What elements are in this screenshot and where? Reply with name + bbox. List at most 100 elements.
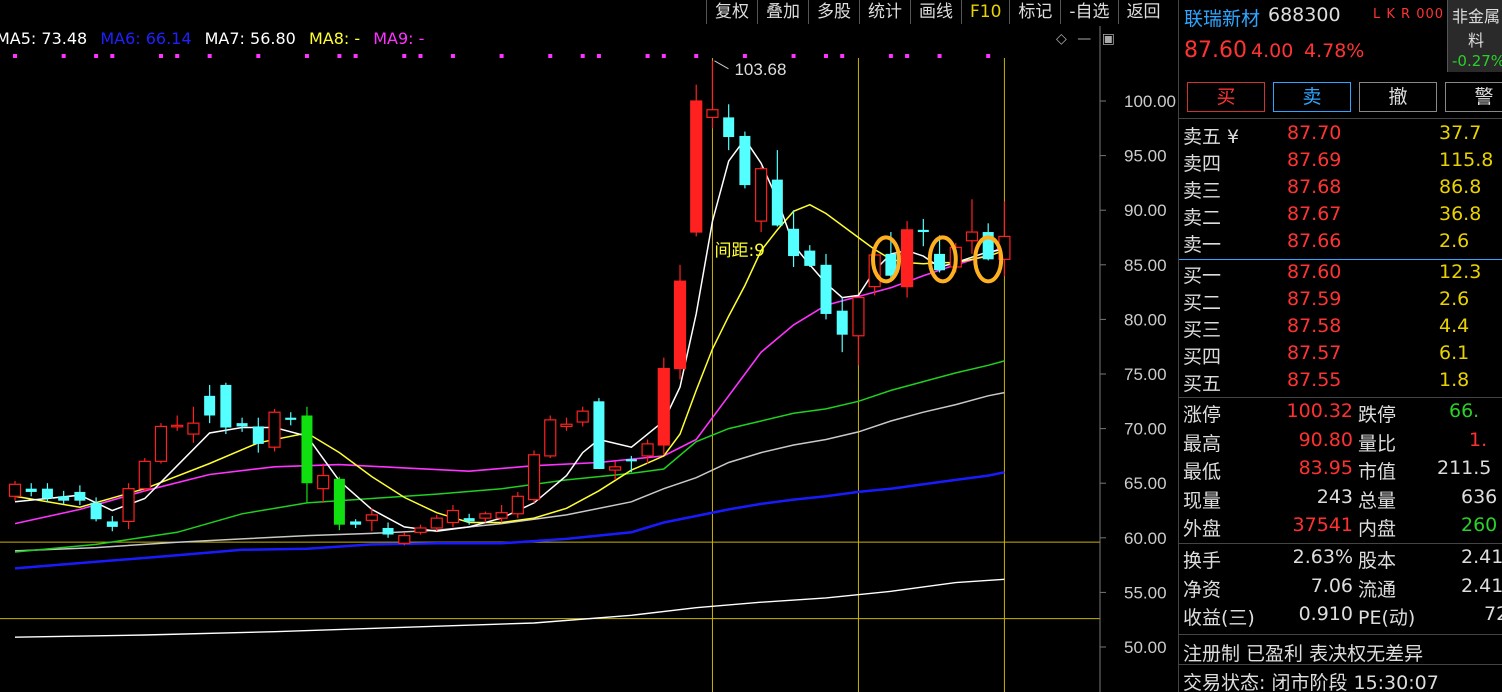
toolbar-mark-button[interactable]: 标记 <box>1009 0 1060 24</box>
candle-body <box>430 517 443 529</box>
stat-row: 外盘 37541 内盘 260 <box>1179 514 1502 542</box>
toolbar-overlay-button[interactable]: 叠加 <box>757 0 808 24</box>
toolbar-f10-button[interactable]: F10 <box>961 0 1009 24</box>
candle-body <box>220 384 232 428</box>
stat-row: 换手 2.63% 股本 2.41 <box>1179 546 1502 574</box>
stat-label: PE(动) <box>1358 607 1416 629</box>
price-axis-label: 65.00 <box>1124 474 1167 493</box>
stat-value: 243 <box>1316 486 1353 508</box>
candle-body <box>58 496 70 501</box>
bid-price: 87.55 <box>1287 369 1342 391</box>
bid-volume: 4.4 <box>1439 315 1470 337</box>
bid-row[interactable]: 买三 87.58 4.4 <box>1179 315 1502 342</box>
stat-label: 收益(三) <box>1183 607 1255 629</box>
ask-row[interactable]: 卖一 87.66 2.6 <box>1179 230 1502 257</box>
peak-price-label: 103.68 <box>734 60 786 79</box>
chart-toolbar: 复权 叠加 多股 统计 画线 F10 标记 -自选 返回 <box>706 0 1169 26</box>
stat-label: 换手 <box>1183 550 1222 572</box>
candle-body <box>900 229 914 288</box>
candle-body <box>187 422 200 435</box>
signal-dot <box>175 54 180 58</box>
stat-value: 83.95 <box>1298 457 1353 479</box>
candle-body <box>852 296 865 337</box>
stat-value: 2.41 <box>1461 546 1502 568</box>
bid-row[interactable]: 买二 87.59 2.6 <box>1179 288 1502 315</box>
ask-row[interactable]: 卖二 87.67 36.8 <box>1179 203 1502 230</box>
diamond-icon[interactable]: ◇ <box>1056 31 1067 47</box>
price-change-pct: 4.78% <box>1304 40 1365 62</box>
signal-dot <box>580 54 585 58</box>
stat-row: 净资 7.06 流通 2.41 <box>1179 575 1502 603</box>
toolbar-fuquan-button[interactable]: 复权 <box>706 0 757 24</box>
bid-volume: 12.3 <box>1439 261 1482 283</box>
price-axis-label: 70.00 <box>1124 420 1167 439</box>
divider <box>1179 634 1502 635</box>
candle-body <box>820 264 832 314</box>
signal-dot <box>158 54 163 58</box>
bid-volume: 6.1 <box>1439 342 1470 364</box>
ask-volume: 36.8 <box>1439 203 1482 225</box>
stat-value: 100.32 <box>1286 400 1353 422</box>
ask-price: 87.69 <box>1287 149 1342 171</box>
bid-price: 87.57 <box>1287 342 1342 364</box>
bid-row[interactable]: 买四 87.57 6.1 <box>1179 342 1502 369</box>
toolbar-back-button[interactable]: 返回 <box>1117 0 1169 24</box>
stat-value: 7.06 <box>1310 575 1353 597</box>
signal-dot <box>888 54 893 58</box>
signal-dot <box>548 54 553 58</box>
candle-body <box>106 521 118 527</box>
divider <box>1179 118 1502 119</box>
toolbar-remove-watchlist-button[interactable]: -自选 <box>1060 0 1117 24</box>
stock-flags: L K R 000 <box>1373 7 1445 22</box>
trade-buttons: 买 卖 撤 警 <box>1187 82 1502 112</box>
candle-body <box>365 514 378 521</box>
toolbar-multi-stock-button[interactable]: 多股 <box>808 0 859 24</box>
candle-body <box>917 229 929 233</box>
ask-row[interactable]: 卖五 ¥ 87.70 37.7 <box>1179 122 1502 149</box>
signal-dot <box>304 54 309 58</box>
stat-value: 2.63% <box>1292 546 1353 568</box>
divider <box>1179 543 1502 544</box>
bid-price: 87.58 <box>1287 315 1342 337</box>
candle-body <box>317 474 330 490</box>
price-axis-label: 90.00 <box>1124 201 1167 220</box>
cancel-order-button[interactable]: 撤 <box>1359 82 1437 112</box>
candle-body <box>350 521 362 525</box>
candle-body <box>609 466 622 471</box>
signal-dot <box>499 54 504 58</box>
candle-body <box>25 488 37 492</box>
stat-value: 636 <box>1461 486 1498 508</box>
bid-price: 87.59 <box>1287 288 1342 310</box>
toolbar-draw-button[interactable]: 画线 <box>910 0 961 24</box>
candle-body <box>723 117 735 138</box>
kline-chart-svg[interactable]: 100.00 95.00 90.00 85.00 80.00 75.00 70.00 65.0… <box>0 0 1178 692</box>
candle-body <box>8 483 22 497</box>
bid-row[interactable]: 买一 87.60 12.3 <box>1179 261 1502 288</box>
alert-button[interactable]: 警 <box>1445 82 1502 112</box>
ask-price: 87.66 <box>1287 230 1342 252</box>
kline-chart[interactable]: 100.00 95.00 90.00 85.00 80.00 75.00 70.00 65.0… <box>0 0 1178 692</box>
stat-value: 90.80 <box>1298 429 1353 451</box>
signal-dot <box>418 54 423 58</box>
ask-volume: 37.7 <box>1439 122 1482 144</box>
signal-dot <box>661 54 666 58</box>
buy-button[interactable]: 买 <box>1187 82 1265 112</box>
sell-button[interactable]: 卖 <box>1273 82 1351 112</box>
signal-dot <box>256 54 261 58</box>
signal-dot <box>207 54 212 58</box>
ask-row[interactable]: 卖四 87.69 115.8 <box>1179 149 1502 176</box>
panel-toggle-icon[interactable]: ▣ <box>1102 31 1115 47</box>
bid-volume: 2.6 <box>1439 288 1470 310</box>
gap-label: 间距:9 <box>714 241 765 261</box>
ask-row[interactable]: 卖三 87.68 86.8 <box>1179 176 1502 203</box>
signal-dot <box>337 54 342 58</box>
minimize-icon[interactable]: — <box>1077 31 1091 47</box>
stat-label: 涨停 <box>1183 404 1222 426</box>
bid-row[interactable]: 买五 87.55 1.8 <box>1179 369 1502 396</box>
sector-box[interactable]: 非金属 料 -0.27% <box>1447 0 1502 72</box>
candle-body <box>479 513 492 519</box>
price-axis-label: 55.00 <box>1124 583 1167 602</box>
toolbar-stats-button[interactable]: 统计 <box>859 0 910 24</box>
signal-dot <box>694 54 699 58</box>
ask-price: 87.68 <box>1287 176 1342 198</box>
